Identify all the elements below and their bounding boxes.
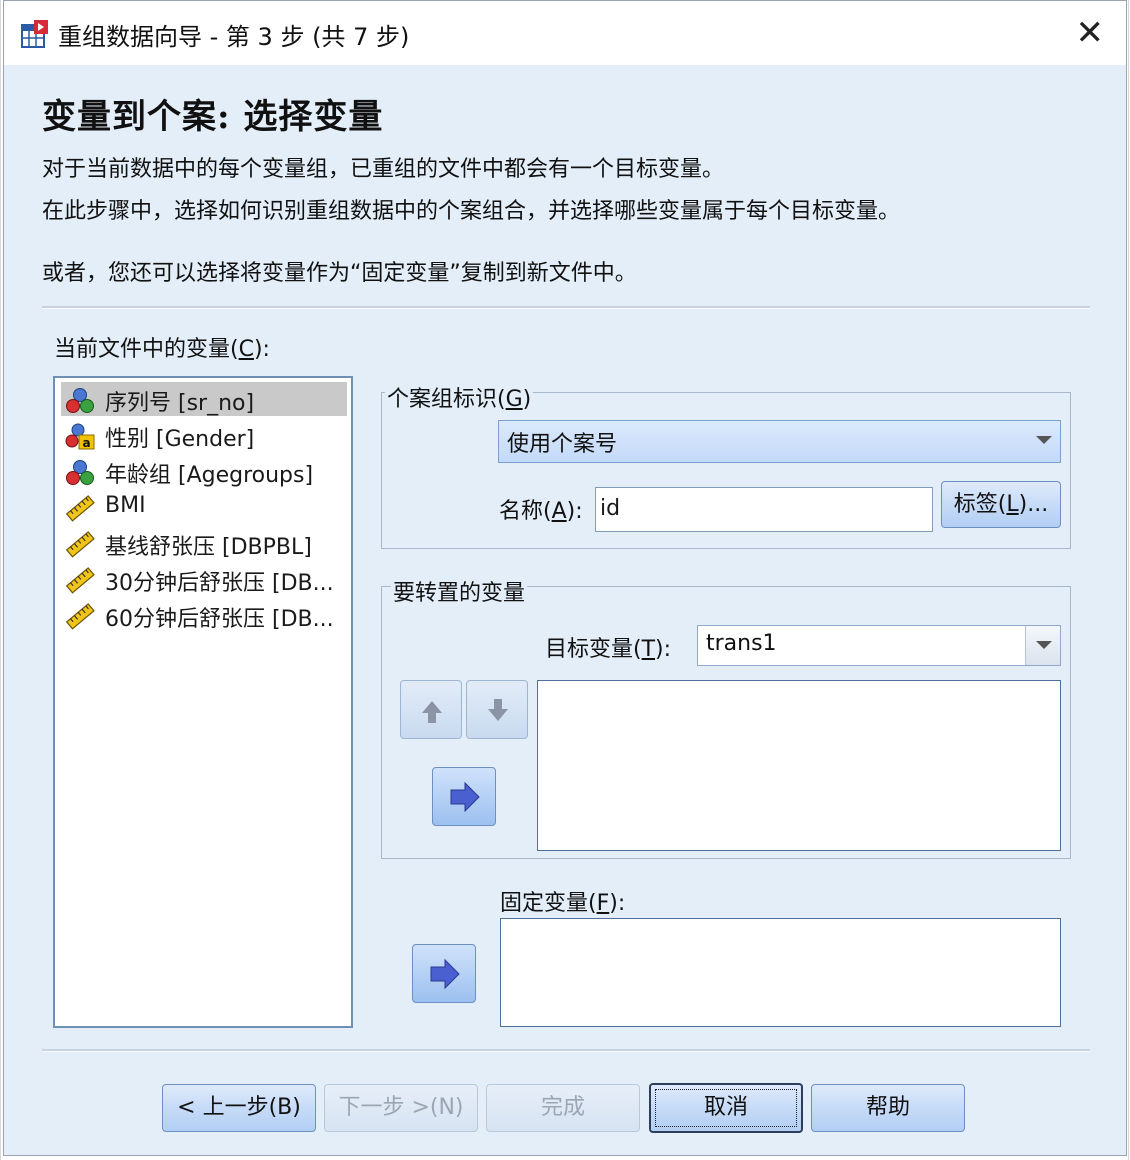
list-item[interactable]: BMI <box>61 490 347 524</box>
list-item[interactable]: 序列号 [sr_no] <box>61 382 347 416</box>
window-title: 重组数据向导 - 第 3 步 (共 7 步) <box>58 23 410 51</box>
arrow-right-icon <box>450 781 480 813</box>
arrow-right-icon <box>430 958 460 990</box>
target-variable-label: 目标变量(T): <box>545 637 672 662</box>
scale-ruler-icon <box>65 567 95 594</box>
page-heading: 变量到个案: 选择变量 <box>42 97 384 137</box>
nominal-icon <box>66 460 94 485</box>
move-up-button[interactable] <box>400 680 462 739</box>
scale-ruler-icon <box>65 531 95 558</box>
restructure-wizard-dialog: 重组数据向导 - 第 3 步 (共 7 步) ✕ 变量到个案: 选择变量 对于当… <box>3 0 1127 1156</box>
list-item[interactable]: 年龄组 [Agegroups] <box>61 454 347 488</box>
transpose-vars-title: 要转置的变量 <box>391 575 528 607</box>
case-group-id-title: 个案组标识(G) <box>385 381 534 413</box>
move-down-button[interactable] <box>466 680 528 739</box>
nominal-icon <box>66 388 94 413</box>
move-to-fixed-button[interactable] <box>412 944 476 1003</box>
help-button[interactable]: 帮助 <box>811 1084 965 1132</box>
description-line-3: 或者，您还可以选择将变量作为“固定变量”复制到新文件中。 <box>42 261 637 286</box>
description-line-1: 对于当前数据中的每个变量组，已重组的文件中都会有一个目标变量。 <box>42 157 725 182</box>
list-item[interactable]: 30分钟后舒张压 [DB... <box>61 562 347 596</box>
fixed-variables-listbox[interactable] <box>500 918 1061 1027</box>
scale-ruler-icon <box>65 495 95 522</box>
arrow-up-icon <box>422 701 442 723</box>
chevron-down-icon <box>1025 626 1060 665</box>
arrow-down-icon <box>488 699 508 721</box>
case-group-method-value: 使用个案号 <box>507 432 618 457</box>
list-item[interactable]: 基线舒张压 [DBPBL] <box>61 526 347 560</box>
transpose-variables-listbox[interactable] <box>537 680 1061 851</box>
scale-ruler-icon <box>65 603 95 630</box>
list-item[interactable]: 60分钟后舒张压 [DB... <box>61 598 347 632</box>
bottom-separator <box>42 1049 1090 1052</box>
label-button[interactable]: 标签(L)... <box>941 481 1061 528</box>
finish-button[interactable]: 完成 <box>486 1084 640 1132</box>
target-variable-value: trans1 <box>706 631 777 656</box>
variables-list-label: 当前文件中的变量(C): <box>54 337 270 362</box>
case-group-method-dropdown[interactable]: 使用个案号 <box>498 420 1061 463</box>
target-variable-dropdown[interactable]: trans1 <box>697 625 1061 666</box>
close-icon[interactable]: ✕ <box>1076 13 1105 53</box>
spss-app-icon <box>21 20 48 48</box>
svg-text:a: a <box>82 436 90 450</box>
chevron-down-icon <box>1026 421 1060 462</box>
variables-listbox[interactable]: 序列号 [sr_no] a 性别 [Gender] 年龄组 [Agegroups… <box>53 376 353 1028</box>
cancel-button[interactable]: 取消 <box>649 1083 803 1133</box>
name-field-label: 名称(A): <box>499 499 583 524</box>
list-item[interactable]: a 性别 [Gender] <box>61 418 347 452</box>
fixed-variables-label: 固定变量(F): <box>500 891 626 916</box>
description-line-2: 在此步骤中，选择如何识别重组数据中的个案组合，并选择哪些变量属于每个目标变量。 <box>42 199 901 224</box>
nominal-string-icon: a <box>65 423 95 450</box>
back-button[interactable]: < 上一步(B) <box>162 1084 316 1132</box>
case-group-name-input[interactable]: id <box>595 487 933 532</box>
top-separator <box>42 306 1090 309</box>
title-bar: 重组数据向导 - 第 3 步 (共 7 步) ✕ <box>4 1 1126 65</box>
next-button[interactable]: 下一步 >(N) <box>324 1084 478 1132</box>
move-to-transpose-button[interactable] <box>432 767 496 826</box>
